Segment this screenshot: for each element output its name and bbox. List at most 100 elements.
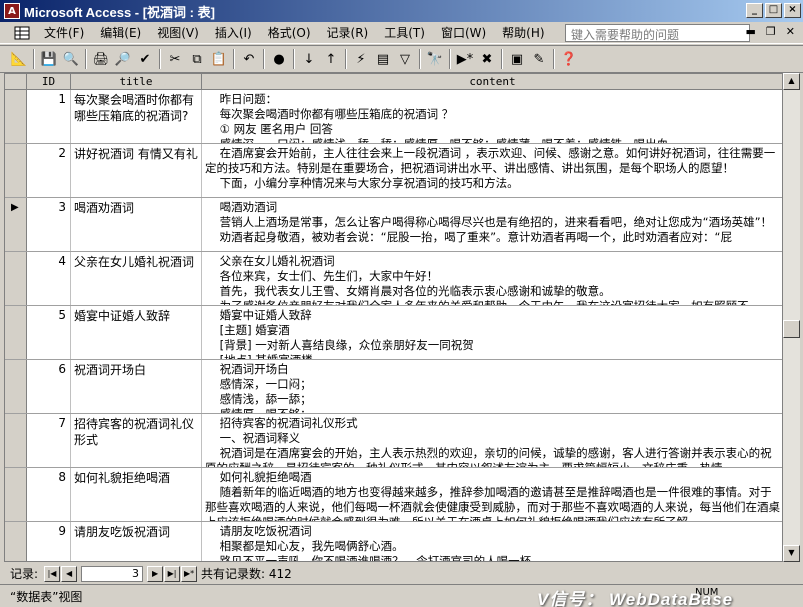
- menu-insert[interactable]: 插入(I): [207, 24, 260, 41]
- cell-id[interactable]: 4: [27, 252, 71, 305]
- next-record-button[interactable]: ▶: [147, 565, 164, 582]
- cell-content[interactable]: 招待宾客的祝酒词礼仪形式 一、祝酒词释义 祝酒词是在酒席宴会的开始，主人表示热烈…: [202, 414, 782, 467]
- apply-filter-icon[interactable]: ▽: [394, 48, 416, 70]
- new-record-icon[interactable]: ▶*: [454, 48, 476, 70]
- cell-content[interactable]: 请朋友吃饭祝酒词 相聚都是知心友，我先喝俩舒心酒。 路见不平一声吼，你不喝酒谁喝…: [202, 522, 782, 561]
- child-restore-button[interactable]: ❐: [766, 25, 776, 38]
- print-preview-icon[interactable]: 🔎: [112, 48, 134, 70]
- row-selector[interactable]: [5, 252, 27, 305]
- menu-format[interactable]: 格式(O): [260, 24, 319, 41]
- cell-id[interactable]: 3: [27, 198, 71, 251]
- title-bar[interactable]: A Microsoft Access - [祝酒词 : 表] _ □ ×: [0, 0, 803, 22]
- cell-id[interactable]: 2: [27, 144, 71, 197]
- datasheet[interactable]: ID title content 1 每次聚会喝酒时你都有哪些压箱底的祝酒词? 昨…: [4, 73, 783, 562]
- cell-id[interactable]: 1: [27, 90, 71, 143]
- cell-id[interactable]: 5: [27, 306, 71, 359]
- cell-content[interactable]: 婚宴中证婚人致辞 [主题] 婚宴酒 [背景] 一对新人喜结良缘，众位亲朋好友一同…: [202, 306, 782, 359]
- cell-title[interactable]: 请朋友吃饭祝酒词: [71, 522, 202, 561]
- child-minimize-button[interactable]: ▬: [746, 25, 756, 38]
- cell-content[interactable]: 如何礼貌拒绝喝酒 随着新年的临近喝酒的地方也变得越来越多，推辞参加喝酒的邀请甚至…: [202, 468, 782, 521]
- paste-icon[interactable]: 📋: [208, 48, 230, 70]
- row-selector[interactable]: [5, 360, 27, 413]
- cell-title[interactable]: 父亲在女儿婚礼祝酒词: [71, 252, 202, 305]
- menu-window[interactable]: 窗口(W): [433, 24, 494, 41]
- close-button[interactable]: ×: [784, 3, 801, 18]
- cell-title[interactable]: 婚宴中证婚人致辞: [71, 306, 202, 359]
- column-header-id[interactable]: ID: [27, 74, 71, 90]
- row-selector[interactable]: [5, 144, 27, 197]
- table-row[interactable]: 5 婚宴中证婚人致辞 婚宴中证婚人致辞 [主题] 婚宴酒 [背景] 一对新人喜结良…: [5, 306, 782, 360]
- help-question-input[interactable]: 键入需要帮助的问题: [565, 24, 750, 42]
- cell-title[interactable]: 招待宾客的祝酒词礼仪形式: [71, 414, 202, 467]
- menu-view[interactable]: 视图(V): [149, 24, 207, 41]
- table-row[interactable]: 3喝酒劝酒词 喝酒劝酒词 营销人上酒场是常事，怎么让客户喝得称心喝得尽兴也是有绝…: [5, 198, 782, 252]
- table-row[interactable]: 8 如何礼貌拒绝喝酒 如何礼貌拒绝喝酒 随着新年的临近喝酒的地方也变得越来越多，推…: [5, 468, 782, 522]
- last-record-button[interactable]: ▶|: [164, 565, 181, 582]
- menu-tools[interactable]: 工具(T): [376, 24, 433, 41]
- vertical-scrollbar[interactable]: ▲ ▼: [783, 73, 800, 562]
- sort-descending-icon[interactable]: ↑: [320, 48, 342, 70]
- scroll-up-button[interactable]: ▲: [783, 73, 800, 90]
- row-selector[interactable]: [5, 522, 27, 561]
- cell-content[interactable]: 喝酒劝酒词 营销人上酒场是常事，怎么让客户喝得称心喝得尽兴也是有绝招的，进来看看…: [202, 198, 782, 251]
- cell-content[interactable]: 昨日问题： 每次聚会喝酒时你都有哪些压箱底的祝酒词 ？ ① 网友 匿名用户 回答…: [202, 90, 782, 143]
- table-row[interactable]: 2 讲好祝酒词 有情又有礼 在酒席宴会开始前，主人往往会来上一段祝酒词 ，表示欢迎…: [5, 144, 782, 198]
- spell-check-icon[interactable]: ✔: [134, 48, 156, 70]
- cell-id[interactable]: 9: [27, 522, 71, 561]
- table-row[interactable]: 7 招待宾客的祝酒词礼仪形式 招待宾客的祝酒词礼仪形式 一、祝酒词释义 祝酒词是在…: [5, 414, 782, 468]
- cut-icon[interactable]: ✂: [164, 48, 186, 70]
- row-selector[interactable]: [5, 414, 27, 467]
- table-row[interactable]: 9 请朋友吃饭祝酒词 请朋友吃饭祝酒词 相聚都是知心友，我先喝俩舒心酒。 路见不平…: [5, 522, 782, 561]
- design-view-icon[interactable]: 📐: [8, 48, 30, 70]
- cell-id[interactable]: 6: [27, 360, 71, 413]
- row-selector[interactable]: [5, 306, 27, 359]
- filter-by-form-icon[interactable]: ▤: [372, 48, 394, 70]
- new-record-button[interactable]: ▶*: [181, 565, 198, 582]
- menu-file[interactable]: 文件(F): [36, 24, 92, 41]
- database-window-icon[interactable]: ▣: [506, 48, 528, 70]
- scroll-down-button[interactable]: ▼: [783, 545, 800, 562]
- first-record-button[interactable]: |◀: [44, 565, 61, 582]
- row-selector[interactable]: [5, 198, 27, 251]
- access-key-icon[interactable]: A: [4, 3, 20, 19]
- menu-records[interactable]: 记录(R): [319, 24, 377, 41]
- row-selector[interactable]: [5, 90, 27, 143]
- minimize-button[interactable]: _: [746, 3, 763, 18]
- cell-title[interactable]: 每次聚会喝酒时你都有哪些压箱底的祝酒词?: [71, 90, 202, 143]
- filter-by-selection-icon[interactable]: ⚡: [350, 48, 372, 70]
- menu-help[interactable]: 帮助(H): [494, 24, 552, 41]
- cell-title[interactable]: 如何礼貌拒绝喝酒: [71, 468, 202, 521]
- maximize-button[interactable]: □: [765, 3, 782, 18]
- copy-icon[interactable]: ⧉: [186, 48, 208, 70]
- save-icon[interactable]: 💾: [38, 48, 60, 70]
- print-icon[interactable]: 🖨: [90, 48, 112, 70]
- cell-title[interactable]: 讲好祝酒词 有情又有礼: [71, 144, 202, 197]
- cell-title[interactable]: 祝酒词开场白: [71, 360, 202, 413]
- undo-icon[interactable]: ↶: [238, 48, 260, 70]
- cell-content[interactable]: 父亲在女儿婚礼祝酒词 各位来宾，女士们、先生们，大家中午好！ 首先，我代表女儿王…: [202, 252, 782, 305]
- insert-object-icon[interactable]: ●: [268, 48, 290, 70]
- scroll-thumb[interactable]: [783, 320, 800, 338]
- help-icon[interactable]: ❓: [558, 48, 580, 70]
- select-all-cell[interactable]: [5, 74, 27, 90]
- new-object-icon[interactable]: ✎: [528, 48, 550, 70]
- cell-id[interactable]: 7: [27, 414, 71, 467]
- menu-edit[interactable]: 编辑(E): [92, 24, 149, 41]
- current-record-input[interactable]: 3: [81, 565, 144, 582]
- cell-content[interactable]: 祝酒词开场白 感情深，一口闷； 感情浅，舔一舔； 感情厚，喝不够；: [202, 360, 782, 413]
- cell-content[interactable]: 在酒席宴会开始前，主人往往会来上一段祝酒词 ，表示欢迎、问候、感谢之意。如何讲好…: [202, 144, 782, 197]
- sort-ascending-icon[interactable]: ↓: [298, 48, 320, 70]
- delete-record-icon[interactable]: ✖: [476, 48, 498, 70]
- table-row[interactable]: 4 父亲在女儿婚礼祝酒词 父亲在女儿婚礼祝酒词 各位来宾，女士们、先生们，大家中午…: [5, 252, 782, 306]
- table-icon[interactable]: [14, 25, 30, 41]
- previous-record-button[interactable]: ◀: [61, 565, 78, 582]
- search-file-icon[interactable]: 🔍: [60, 48, 82, 70]
- row-selector[interactable]: [5, 468, 27, 521]
- cell-id[interactable]: 8: [27, 468, 71, 521]
- table-row[interactable]: 1 每次聚会喝酒时你都有哪些压箱底的祝酒词? 昨日问题： 每次聚会喝酒时你都有哪些…: [5, 90, 782, 144]
- column-header-title[interactable]: title: [71, 74, 202, 90]
- column-header-content[interactable]: content: [202, 74, 782, 90]
- table-row[interactable]: 6祝酒词开场白 祝酒词开场白 感情深，一口闷； 感情浅，舔一舔； 感情厚，喝不够…: [5, 360, 782, 414]
- cell-title[interactable]: 喝酒劝酒词: [71, 198, 202, 251]
- find-icon[interactable]: 🔭: [424, 48, 446, 70]
